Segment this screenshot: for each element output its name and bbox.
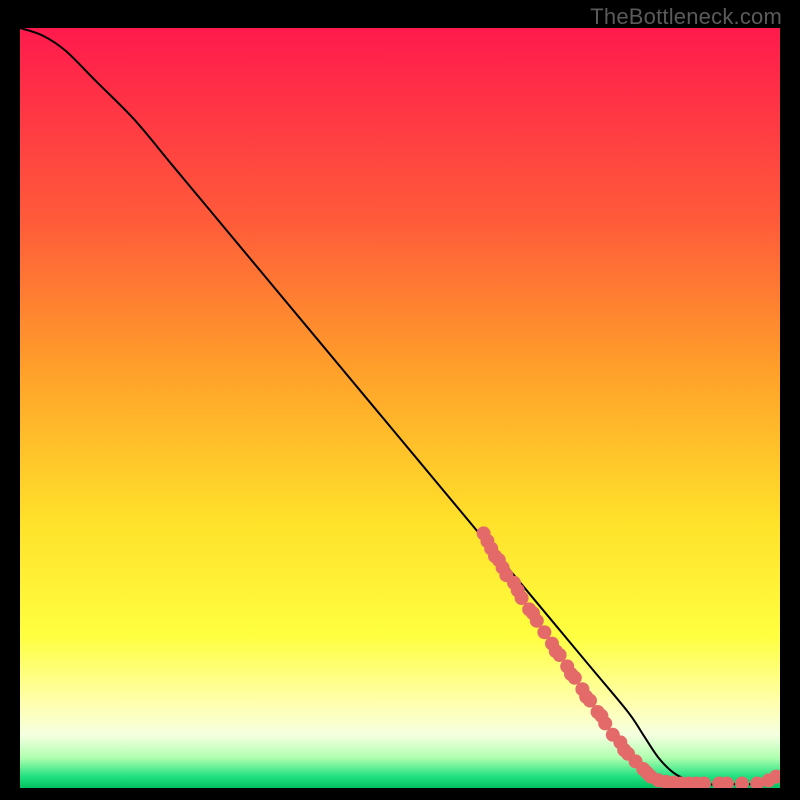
scatter-dot <box>568 671 582 685</box>
gradient-background <box>20 28 780 788</box>
chart-plot <box>20 28 780 788</box>
scatter-dot <box>515 591 529 605</box>
watermark-text: TheBottleneck.com <box>590 4 782 30</box>
scatter-dot <box>537 625 551 639</box>
scatter-dot <box>583 694 597 708</box>
chart-frame: TheBottleneck.com <box>0 0 800 800</box>
scatter-dot <box>553 648 567 662</box>
scatter-dot <box>598 716 612 730</box>
scatter-dot <box>530 614 544 628</box>
chart-svg <box>20 28 780 788</box>
